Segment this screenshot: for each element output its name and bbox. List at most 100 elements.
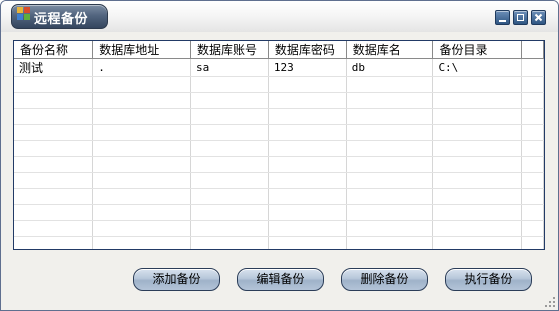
empty-cell xyxy=(346,140,434,157)
empty-cell xyxy=(92,108,191,125)
empty-cell xyxy=(14,156,94,173)
empty-cell xyxy=(190,140,269,157)
empty-cell xyxy=(432,92,523,109)
empty-cell xyxy=(346,220,434,237)
empty-cell xyxy=(14,92,94,109)
column-header-db-address[interactable]: 数据库地址 xyxy=(92,41,191,59)
empty-row xyxy=(14,124,544,141)
empty-cell xyxy=(432,156,523,173)
cell-backup-name[interactable]: 测试 xyxy=(14,58,94,77)
empty-row xyxy=(14,140,544,157)
empty-row xyxy=(14,92,544,109)
empty-cell xyxy=(268,124,347,141)
cell-backup-dir[interactable]: C:\ xyxy=(432,58,523,77)
empty-cell xyxy=(92,156,191,173)
empty-cell xyxy=(346,156,434,173)
empty-cell xyxy=(268,108,347,125)
header-row: 备份名称 数据库地址 数据库账号 数据库密码 数据库名 备份目录 xyxy=(14,41,544,59)
empty-cell xyxy=(521,236,544,249)
column-header-db-password[interactable]: 数据库密码 xyxy=(268,41,347,59)
empty-row xyxy=(14,108,544,125)
empty-cell xyxy=(14,220,94,237)
empty-cell xyxy=(432,220,523,237)
maximize-icon xyxy=(517,14,524,21)
cell-db-address[interactable]: . xyxy=(92,58,191,77)
empty-cell xyxy=(92,92,191,109)
empty-cell xyxy=(268,236,347,249)
cell-filler xyxy=(521,58,544,77)
empty-cell xyxy=(92,76,191,93)
empty-row xyxy=(14,220,544,237)
empty-cell xyxy=(190,92,269,109)
backup-table: 备份名称 数据库地址 数据库账号 数据库密码 数据库名 备份目录 测试 . sa… xyxy=(14,41,544,249)
column-header-db-name[interactable]: 数据库名 xyxy=(346,41,434,59)
empty-cell xyxy=(190,156,269,173)
empty-cell xyxy=(14,188,94,205)
empty-cell xyxy=(521,140,544,157)
minimize-button[interactable] xyxy=(495,10,510,25)
empty-cell xyxy=(268,188,347,205)
column-header-backup-name[interactable]: 备份名称 xyxy=(14,41,94,59)
cell-db-name[interactable]: db xyxy=(346,58,434,77)
empty-cell xyxy=(346,188,434,205)
title-bar[interactable]: 远程备份 xyxy=(1,1,558,32)
empty-cell xyxy=(92,124,191,141)
empty-cell xyxy=(346,124,434,141)
empty-cell xyxy=(432,236,523,249)
empty-cell xyxy=(346,92,434,109)
empty-cell xyxy=(92,188,191,205)
app-window: 远程备份 备份名称 数据库地址 数据库账号 数据库密码 数据库名 备份目录 测试… xyxy=(0,0,559,311)
empty-cell xyxy=(521,220,544,237)
empty-cell xyxy=(268,156,347,173)
empty-cell xyxy=(346,172,434,189)
empty-cell xyxy=(92,220,191,237)
column-header-filler xyxy=(521,41,544,59)
empty-cell xyxy=(346,204,434,221)
empty-cell xyxy=(14,124,94,141)
empty-cell xyxy=(346,236,434,249)
empty-cell xyxy=(521,108,544,125)
empty-cell xyxy=(14,108,94,125)
run-backup-button[interactable]: 执行备份 xyxy=(445,268,532,291)
empty-row xyxy=(14,172,544,189)
empty-cell xyxy=(190,188,269,205)
empty-cell xyxy=(432,172,523,189)
maximize-button[interactable] xyxy=(513,10,528,25)
empty-cell xyxy=(190,236,269,249)
empty-row xyxy=(14,76,544,93)
empty-cell xyxy=(14,76,94,93)
empty-row xyxy=(14,204,544,221)
resize-grip-icon[interactable] xyxy=(543,295,555,307)
empty-cell xyxy=(268,220,347,237)
empty-cell xyxy=(432,188,523,205)
empty-cell xyxy=(432,124,523,141)
close-button[interactable] xyxy=(531,10,546,25)
backup-list-grid[interactable]: 备份名称 数据库地址 数据库账号 数据库密码 数据库名 备份目录 测试 . sa… xyxy=(13,40,545,250)
empty-cell xyxy=(92,236,191,249)
empty-cell xyxy=(521,188,544,205)
empty-cell xyxy=(268,92,347,109)
app-logo-icon xyxy=(17,7,31,20)
empty-cell xyxy=(268,172,347,189)
table-row[interactable]: 测试 . sa 123 db C:\ xyxy=(14,58,544,77)
cell-db-account[interactable]: sa xyxy=(190,58,269,77)
empty-cell xyxy=(92,172,191,189)
empty-cell xyxy=(268,140,347,157)
delete-backup-button[interactable]: 删除备份 xyxy=(341,268,428,291)
empty-cell xyxy=(14,172,94,189)
edit-backup-button[interactable]: 编辑备份 xyxy=(237,268,324,291)
empty-cell xyxy=(521,76,544,93)
empty-cell xyxy=(346,108,434,125)
column-header-db-account[interactable]: 数据库账号 xyxy=(190,41,269,59)
cell-db-password[interactable]: 123 xyxy=(268,58,347,77)
empty-cell xyxy=(14,204,94,221)
add-backup-button[interactable]: 添加备份 xyxy=(133,268,220,291)
empty-cell xyxy=(521,172,544,189)
empty-cell xyxy=(432,76,523,93)
empty-cell xyxy=(14,236,94,249)
empty-cell xyxy=(346,76,434,93)
column-header-backup-dir[interactable]: 备份目录 xyxy=(432,41,523,59)
minimize-icon xyxy=(499,20,506,22)
empty-cell xyxy=(190,172,269,189)
close-icon xyxy=(534,13,543,22)
